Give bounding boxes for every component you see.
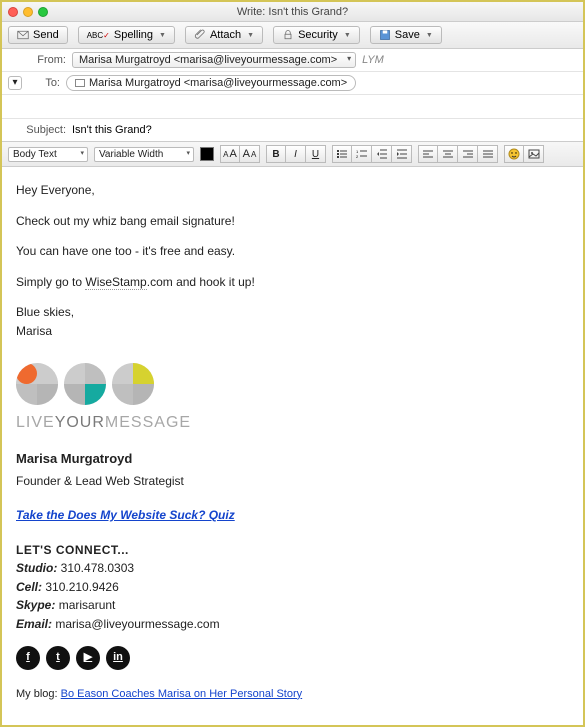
outdent-button[interactable] xyxy=(372,145,392,163)
send-button[interactable]: Send xyxy=(8,26,68,44)
linkedin-icon[interactable]: in xyxy=(106,646,130,670)
blog-line: My blog: Bo Eason Coaches Marisa on Her … xyxy=(16,686,569,703)
insert-emoji-button[interactable] xyxy=(504,145,524,163)
decrease-font-button[interactable] xyxy=(220,145,240,163)
italic-button[interactable]: I xyxy=(286,145,306,163)
wisestamp-link[interactable]: WiseStamp xyxy=(85,275,146,290)
lock-icon xyxy=(282,29,294,41)
increase-font-button[interactable] xyxy=(240,145,260,163)
chevron-down-icon: ▼ xyxy=(159,32,166,39)
save-icon xyxy=(379,29,391,41)
brand-logo xyxy=(16,363,569,405)
align-left-button[interactable] xyxy=(418,145,438,163)
body-closing: Blue skies, Marisa xyxy=(16,303,569,340)
window-title: Write: Isn't this Grand? xyxy=(2,6,583,18)
chevron-down-icon: ▼ xyxy=(247,32,254,39)
insert-image-button[interactable] xyxy=(524,145,544,163)
number-list-icon: 12 xyxy=(356,148,368,160)
brand-wordmark: LIVEYOURMESSAGE xyxy=(16,411,569,436)
send-label: Send xyxy=(33,29,59,41)
body-line: Hey Everyone, xyxy=(16,181,569,200)
connect-heading: LET'S CONNECT... xyxy=(16,541,569,560)
align-right-button[interactable] xyxy=(458,145,478,163)
save-label: Save xyxy=(395,29,420,41)
signature-title: Founder & Lead Web Strategist xyxy=(16,472,569,491)
align-justify-button[interactable] xyxy=(478,145,498,163)
spelling-button[interactable]: ABC✓ Spelling ▼ xyxy=(78,26,175,44)
bold-button[interactable]: B xyxy=(266,145,286,163)
youtube-icon[interactable]: ▶ xyxy=(76,646,100,670)
blog-link[interactable]: Bo Eason Coaches Marisa on Her Personal … xyxy=(61,688,303,700)
align-right-icon xyxy=(462,148,474,160)
subject-input[interactable] xyxy=(72,122,577,138)
add-recipient-button[interactable]: ▾ xyxy=(8,76,22,90)
text-color-swatch[interactable] xyxy=(200,147,214,161)
twitter-icon[interactable]: t xyxy=(46,646,70,670)
body-line: Check out my whiz bang email signature! xyxy=(16,212,569,231)
facebook-icon[interactable]: f xyxy=(16,646,40,670)
align-center-button[interactable] xyxy=(438,145,458,163)
to-label: To: xyxy=(22,77,66,89)
paragraph-style-select[interactable]: Body Text xyxy=(8,147,88,162)
outdent-icon xyxy=(376,148,388,160)
bullet-list-icon xyxy=(336,148,348,160)
svg-text:2: 2 xyxy=(356,154,359,159)
social-row: f t ▶ in xyxy=(16,646,569,670)
bullet-list-button[interactable] xyxy=(332,145,352,163)
logo-circle-3 xyxy=(112,363,154,405)
attach-button[interactable]: Attach ▼ xyxy=(185,26,263,44)
image-icon xyxy=(528,148,540,160)
header-fields: From: Marisa Murgatroyd <marisa@liveyour… xyxy=(2,49,583,142)
signature-indicator: LYM xyxy=(362,54,384,66)
save-button[interactable]: Save ▼ xyxy=(370,26,442,44)
spellcheck-icon: ABC✓ xyxy=(87,31,110,40)
from-select[interactable]: Marisa Murgatroyd <marisa@liveyourmessag… xyxy=(72,52,356,68)
align-center-icon xyxy=(442,148,454,160)
to-recipient-pill[interactable]: Marisa Murgatroyd <marisa@liveyourmessag… xyxy=(66,75,356,91)
main-toolbar: Send ABC✓ Spelling ▼ Attach ▼ Security ▼… xyxy=(2,22,583,49)
align-justify-icon xyxy=(482,148,494,160)
emoji-icon xyxy=(508,148,520,160)
message-body[interactable]: Hey Everyone, Check out my whiz bang ema… xyxy=(2,167,583,725)
contact-card-icon xyxy=(75,79,85,87)
subject-label: Subject: xyxy=(8,124,72,136)
align-left-icon xyxy=(422,148,434,160)
send-icon xyxy=(17,29,29,41)
security-button[interactable]: Security ▼ xyxy=(273,26,360,44)
paperclip-icon xyxy=(194,29,206,41)
security-label: Security xyxy=(298,29,338,41)
attach-label: Attach xyxy=(210,29,241,41)
body-line: You can have one too - it's free and eas… xyxy=(16,242,569,261)
spelling-label: Spelling xyxy=(114,29,153,41)
indent-icon xyxy=(396,148,408,160)
body-line: Simply go to WiseStamp.com and hook it u… xyxy=(16,273,569,292)
chevron-down-icon: ▼ xyxy=(344,32,351,39)
logo-circle-1 xyxy=(16,363,58,405)
signature-name: Marisa Murgatroyd xyxy=(16,449,569,469)
quiz-link[interactable]: Take the Does My Website Suck? Quiz xyxy=(16,508,235,522)
number-list-button[interactable]: 12 xyxy=(352,145,372,163)
font-family-select[interactable]: Variable Width xyxy=(94,147,194,162)
logo-circle-2 xyxy=(64,363,106,405)
from-label: From: xyxy=(8,54,72,66)
format-toolbar: Body Text Variable Width B I U 12 xyxy=(2,142,583,167)
chevron-down-icon: ▼ xyxy=(426,32,433,39)
indent-button[interactable] xyxy=(392,145,412,163)
underline-button[interactable]: U xyxy=(306,145,326,163)
contact-block: LET'S CONNECT... Studio: 310.478.0303 Ce… xyxy=(16,541,569,634)
titlebar: Write: Isn't this Grand? xyxy=(2,2,583,22)
